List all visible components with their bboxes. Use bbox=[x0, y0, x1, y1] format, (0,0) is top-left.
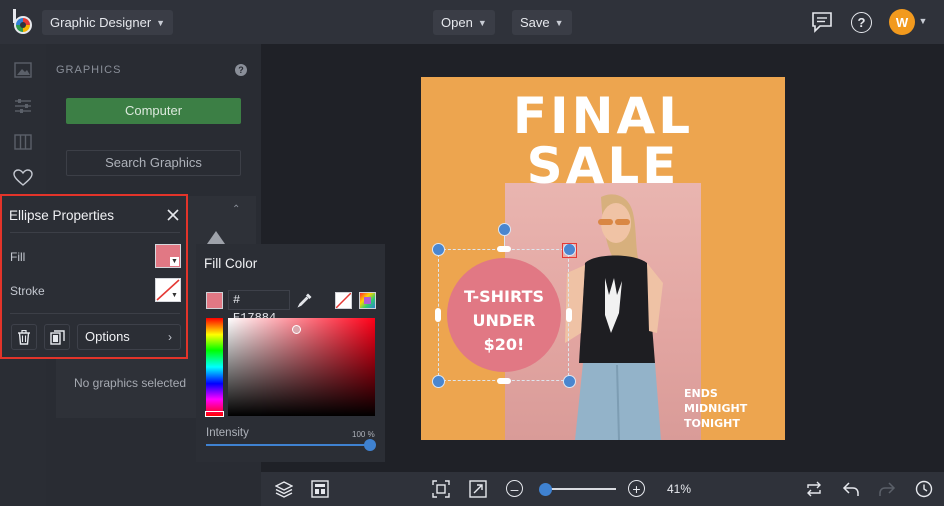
panel-title: GRAPHICS bbox=[56, 64, 122, 76]
divider bbox=[10, 313, 180, 314]
resize-handle-bottom-left[interactable] bbox=[432, 375, 445, 388]
heart-icon[interactable] bbox=[12, 167, 34, 189]
panel-title: Ellipse Properties bbox=[9, 208, 115, 223]
rotate-handle[interactable] bbox=[498, 223, 511, 236]
no-color-icon[interactable] bbox=[335, 292, 352, 309]
open-dropdown[interactable]: Open ▼ bbox=[433, 10, 495, 35]
ellipse-properties-panel: Ellipse Properties Fill ▼ Stroke ▼ Optio… bbox=[0, 194, 188, 359]
stroke-color-swatch[interactable]: ▼ bbox=[155, 278, 181, 302]
intensity-value: 100 % bbox=[352, 430, 375, 439]
actual-size-icon[interactable] bbox=[468, 479, 488, 499]
divider bbox=[10, 232, 180, 233]
options-label: Options bbox=[85, 329, 130, 344]
footer-line-1: ENDS bbox=[684, 387, 718, 400]
swap-icon[interactable] bbox=[804, 479, 824, 499]
feedback-icon[interactable] bbox=[810, 10, 834, 34]
resize-handle-top[interactable] bbox=[497, 246, 511, 252]
chevron-down-icon: ▼ bbox=[477, 18, 487, 28]
history-icon[interactable] bbox=[914, 479, 934, 499]
resize-handle-bottom-right[interactable] bbox=[563, 375, 576, 388]
chevron-down-icon: ▼ bbox=[156, 18, 166, 28]
picker-title: Fill Color bbox=[204, 256, 258, 271]
search-graphics-button[interactable]: Search Graphics bbox=[66, 150, 241, 176]
duplicate-button[interactable] bbox=[44, 324, 70, 350]
zoom-out-icon[interactable]: – bbox=[506, 480, 523, 497]
template-layout-icon[interactable] bbox=[310, 479, 330, 499]
hex-prefix: # bbox=[233, 293, 241, 307]
current-color-swatch bbox=[206, 292, 223, 309]
trash-icon bbox=[18, 329, 30, 345]
save-label: Save bbox=[520, 15, 550, 30]
resize-handle-bottom[interactable] bbox=[497, 378, 511, 384]
headline-line-1[interactable]: FINAL bbox=[421, 91, 785, 141]
zoom-slider-handle[interactable] bbox=[538, 483, 552, 496]
intensity-slider-handle[interactable] bbox=[364, 439, 376, 451]
fill-label: Fill bbox=[10, 250, 26, 264]
redo-icon[interactable] bbox=[877, 479, 897, 499]
fit-to-screen-icon[interactable] bbox=[431, 479, 451, 499]
zoom-in-icon[interactable]: + bbox=[628, 480, 645, 497]
intensity-slider[interactable] bbox=[206, 444, 371, 446]
top-bar: Graphic Designer ▼ Open ▼ Save ▼ ? W ▼ bbox=[0, 0, 944, 44]
chevron-up-icon[interactable]: ⌃ bbox=[232, 204, 240, 215]
help-icon[interactable]: ? bbox=[235, 64, 247, 76]
footer-text[interactable]: ENDS MIDNIGHT TONIGHT bbox=[684, 386, 747, 431]
image-tool-icon[interactable] bbox=[12, 59, 34, 81]
color-picker-handle[interactable] bbox=[292, 325, 301, 334]
undo-icon[interactable] bbox=[841, 479, 861, 499]
empty-state-text: No graphics selected bbox=[74, 376, 187, 390]
mode-dropdown-label: Graphic Designer bbox=[50, 15, 152, 30]
save-dropdown[interactable]: Save ▼ bbox=[512, 10, 572, 35]
open-label: Open bbox=[441, 15, 473, 30]
close-icon[interactable] bbox=[166, 208, 180, 222]
computer-button[interactable]: Computer bbox=[66, 98, 241, 124]
hex-input[interactable]: # E17884 bbox=[228, 290, 290, 325]
fill-color-picker: Fill Color # E17884 Intensity 100 % bbox=[196, 231, 385, 462]
chevron-down-icon: ▼ bbox=[170, 291, 179, 300]
chevron-down-icon[interactable]: ▼ bbox=[918, 16, 928, 26]
layout-columns-icon[interactable] bbox=[12, 131, 34, 153]
intensity-label: Intensity bbox=[206, 427, 249, 439]
zoom-value: 41% bbox=[667, 482, 692, 496]
help-icon[interactable]: ? bbox=[851, 12, 872, 33]
duplicate-icon bbox=[49, 329, 65, 345]
eyedropper-icon[interactable] bbox=[296, 291, 314, 309]
footer-line-2: MIDNIGHT bbox=[684, 402, 748, 415]
color-palette-icon[interactable] bbox=[359, 292, 376, 309]
bottom-toolbar: – + 41% bbox=[261, 472, 944, 506]
hue-slider-handle[interactable] bbox=[205, 411, 224, 417]
saturation-value-field[interactable] bbox=[228, 318, 375, 416]
layers-icon[interactable] bbox=[274, 479, 294, 499]
chevron-down-icon: ▼ bbox=[170, 257, 179, 266]
avatar[interactable]: W bbox=[889, 9, 915, 35]
chevron-right-icon: › bbox=[168, 330, 172, 344]
chevron-down-icon: ▼ bbox=[554, 18, 564, 28]
selection-box[interactable] bbox=[438, 249, 569, 381]
resize-handle-left[interactable] bbox=[435, 308, 441, 322]
hue-slider[interactable] bbox=[206, 318, 223, 416]
adjust-sliders-icon[interactable] bbox=[12, 95, 34, 117]
fill-color-swatch[interactable]: ▼ bbox=[155, 244, 181, 268]
highlight-marker bbox=[562, 243, 577, 258]
stroke-label: Stroke bbox=[10, 284, 45, 298]
zoom-slider[interactable] bbox=[541, 488, 616, 490]
mode-dropdown[interactable]: Graphic Designer ▼ bbox=[42, 10, 174, 35]
footer-line-3: TONIGHT bbox=[684, 417, 740, 430]
befunky-logo-icon[interactable] bbox=[11, 9, 35, 35]
resize-handle-right[interactable] bbox=[566, 308, 572, 322]
popover-arrow bbox=[207, 231, 225, 244]
headline-line-2[interactable]: SALE bbox=[421, 141, 785, 191]
delete-button[interactable] bbox=[11, 324, 37, 350]
resize-handle-top-left[interactable] bbox=[432, 243, 445, 256]
options-button[interactable]: Options › bbox=[77, 324, 181, 350]
